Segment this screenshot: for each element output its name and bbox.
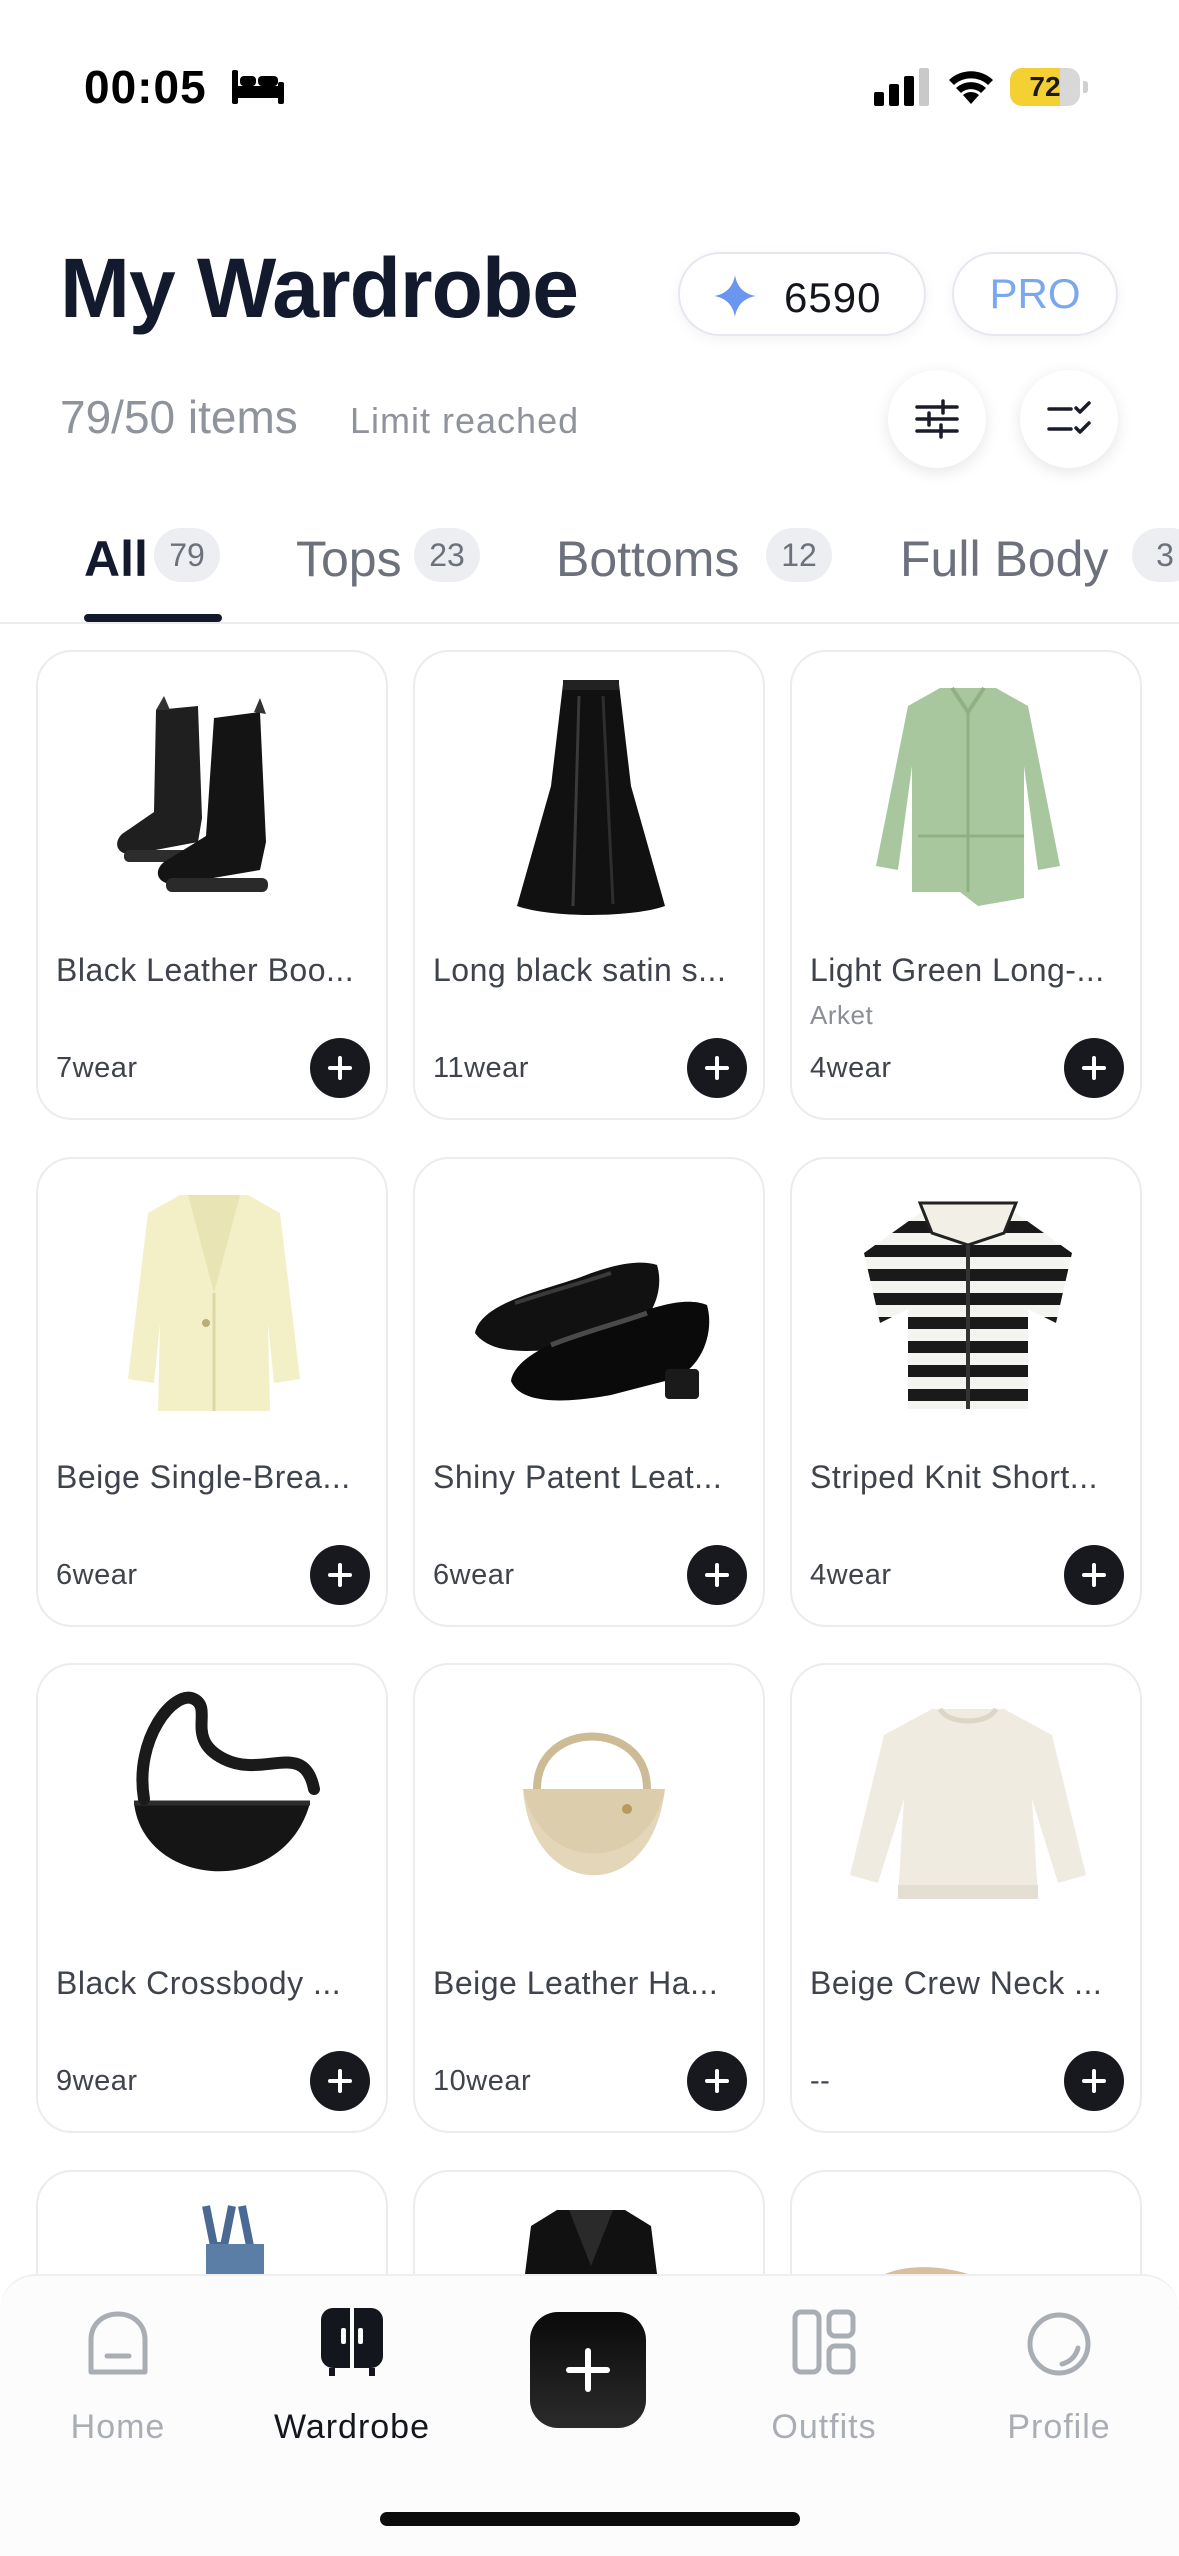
beige-handbag-image (523, 1732, 665, 1876)
battery-icon: 72 (1010, 68, 1088, 106)
black-crossbody-bag-image (134, 1691, 320, 1872)
wardrobe-item-card[interactable]: Beige Crew Neck ... -- (790, 1663, 1142, 2133)
tab-full-body[interactable]: Full Body 3 (900, 520, 1179, 624)
wardrobe-item-card[interactable]: Beige Leather Ha... 10wear (413, 1663, 765, 2133)
filter-button[interactable] (888, 370, 986, 468)
wear-count: -- (810, 2065, 831, 2097)
nav-wardrobe[interactable]: Wardrobe (272, 2296, 432, 2476)
wear-count: 9wear (56, 2065, 138, 2097)
tab-count-badge: 12 (766, 528, 832, 582)
checklist-icon (1047, 401, 1091, 434)
nav-label: Outfits (771, 2408, 877, 2446)
tab-count-badge: 79 (154, 528, 220, 582)
tab-label: All (84, 531, 148, 587)
item-name: Striped Knit Short... (810, 1459, 1098, 1495)
bed-icon (232, 70, 284, 104)
sparkle-icon (714, 275, 756, 317)
credits-button[interactable]: 6590 (678, 252, 926, 336)
beige-blazer-image (128, 1195, 300, 1411)
wardrobe-item-card[interactable]: Shiny Patent Leat... 6wear (413, 1157, 765, 1627)
credits-value: 6590 (784, 274, 882, 321)
tab-tops[interactable]: Tops 23 (296, 520, 496, 624)
nav-label: Home (70, 2408, 166, 2446)
limit-reached-label: Limit reached (350, 400, 580, 441)
wear-count: 4wear (810, 1052, 892, 1084)
pro-button[interactable]: PRO (952, 252, 1118, 336)
add-wear-button[interactable] (687, 2051, 747, 2111)
nav-outfits[interactable]: Outfits (744, 2296, 904, 2476)
home-icon (88, 2311, 148, 2375)
tab-label: Full Body (900, 531, 1109, 587)
nav-label: Profile (1007, 2408, 1111, 2446)
black-boots-image (117, 696, 268, 892)
item-name: Beige Leather Ha... (433, 1965, 719, 2001)
nav-home[interactable]: Home (38, 2296, 198, 2476)
status-time: 00:05 (84, 61, 207, 113)
item-name: Shiny Patent Leat... (433, 1459, 723, 1495)
sliders-icon (915, 399, 959, 439)
status-bar: 00:05 72 (0, 0, 1179, 170)
black-satin-skirt-image (517, 680, 665, 915)
items-count: 79/50 items (60, 391, 298, 443)
item-name: Long black satin s... (433, 952, 727, 988)
wardrobe-screen: 00:05 72 My Wardrobe 6590 PRO 79/50 item… (0, 0, 1179, 2556)
cellular-signal-icon (874, 68, 929, 106)
tab-count-badge: 3 (1132, 528, 1179, 582)
item-name: Beige Crew Neck ... (810, 1965, 1103, 2001)
profile-icon (1027, 2312, 1091, 2376)
wardrobe-item-card[interactable]: Black Leather Boo... 7wear (36, 650, 388, 1120)
wardrobe-item-card[interactable]: Long black satin s... 11wear (413, 650, 765, 1120)
patent-loafers-image (475, 1262, 710, 1401)
add-wear-button[interactable] (310, 1545, 370, 1605)
wear-count: 7wear (56, 1052, 138, 1084)
wardrobe-item-card[interactable]: Beige Single-Brea... 6wear (36, 1157, 388, 1627)
tab-label: Tops (296, 531, 402, 587)
item-brand: Arket (810, 1000, 874, 1030)
wardrobe-item-card[interactable]: Light Green Long-... Arket 4wear (790, 650, 1142, 1120)
nav-profile[interactable]: Profile (979, 2296, 1139, 2476)
wear-count: 11wear (433, 1052, 529, 1084)
item-name: Black Leather Boo... (56, 952, 355, 988)
add-wear-button[interactable] (1064, 1038, 1124, 1098)
add-wear-button[interactable] (1064, 2051, 1124, 2111)
add-wear-button[interactable] (310, 2051, 370, 2111)
tab-bottoms[interactable]: Bottoms 12 (556, 520, 836, 624)
add-wear-button[interactable] (1064, 1545, 1124, 1605)
tab-count-badge: 23 (414, 528, 480, 582)
wear-count: 10wear (433, 2065, 532, 2097)
item-name: Black Crossbody ... (56, 1965, 342, 2001)
wardrobe-item-card[interactable]: Striped Knit Short... 4wear (790, 1157, 1142, 1627)
active-tab-indicator (84, 614, 222, 622)
add-wear-button[interactable] (687, 1038, 747, 1098)
nav-label: Wardrobe (273, 2408, 431, 2446)
outfits-grid-icon (792, 2309, 856, 2375)
wardrobe-item-card[interactable]: Black Crossbody ... 9wear (36, 1663, 388, 2133)
multi-select-button[interactable] (1020, 370, 1118, 468)
wear-count: 4wear (810, 1559, 892, 1591)
green-shirt-image (876, 686, 1060, 906)
battery-percent: 72 (1029, 71, 1061, 102)
wear-count: 6wear (56, 1559, 138, 1591)
add-wear-button[interactable] (310, 1038, 370, 1098)
beige-sweater-image (850, 1707, 1086, 1899)
category-tabs: All 79 Tops 23 Bottoms 12 Full Body 3 (0, 520, 1179, 624)
tab-label: Bottoms (556, 531, 740, 587)
item-name: Beige Single-Brea... (56, 1459, 351, 1495)
add-item-button[interactable] (530, 2312, 646, 2428)
wifi-icon (949, 71, 993, 104)
tab-all[interactable]: All 79 (84, 520, 234, 624)
wear-count: 6wear (433, 1559, 515, 1591)
page-title: My Wardrobe (60, 241, 579, 335)
wardrobe-icon (321, 2308, 383, 2376)
item-name: Light Green Long-... (810, 952, 1105, 988)
striped-knit-image (864, 1201, 1072, 1409)
home-indicator (380, 2512, 800, 2526)
add-wear-button[interactable] (687, 1545, 747, 1605)
